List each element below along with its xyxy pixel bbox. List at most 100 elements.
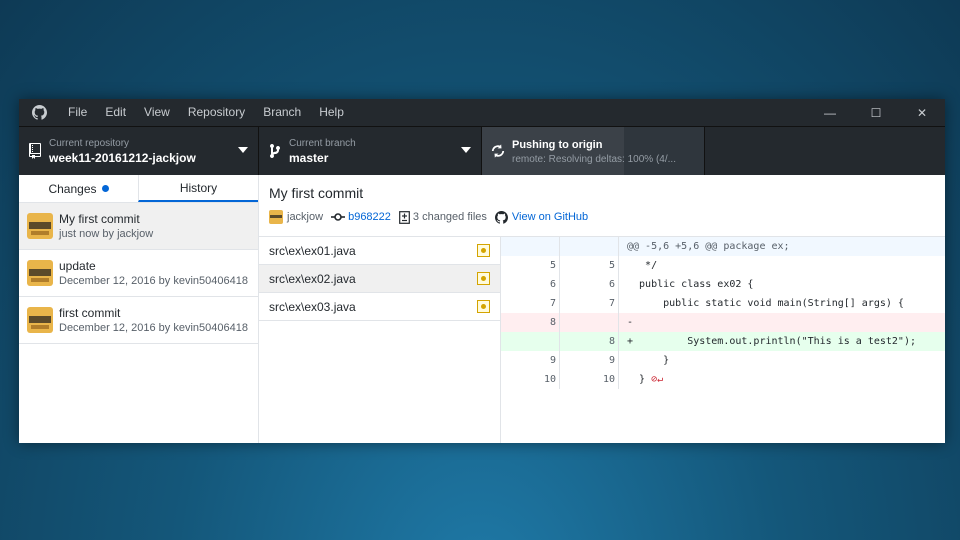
- diff-code: + System.out.println("This is a test2");: [627, 336, 916, 347]
- author-name: jackjow: [287, 211, 324, 223]
- commit-list-item[interactable]: first commit December 12, 2016 by kevin5…: [19, 297, 258, 344]
- chevron-down-icon: [238, 147, 248, 153]
- new-line-number: 5: [560, 256, 619, 275]
- menu-branch[interactable]: Branch: [254, 99, 310, 126]
- new-line-number: 10: [560, 370, 619, 389]
- commit-list-item[interactable]: My first commit just now by jackjow: [19, 203, 258, 250]
- commit-title: My first commit: [59, 212, 140, 226]
- sha-value: b968222: [348, 211, 391, 223]
- file-path: src\ex\ex03.java: [269, 299, 356, 314]
- diff-line: 10 10 } ⊘↵: [501, 370, 945, 389]
- menu-view[interactable]: View: [135, 99, 179, 126]
- maximize-icon[interactable]: ☐: [853, 99, 899, 126]
- diff-code: public static void main(String[] args) {: [627, 298, 904, 309]
- old-line-number: 10: [501, 370, 560, 389]
- branch-label: Current branch: [289, 137, 356, 149]
- commit-meta: December 12, 2016 by kevin50406418: [59, 275, 248, 287]
- commit-sha[interactable]: b968222: [331, 211, 391, 223]
- no-newline-icon: ⊘↵: [645, 374, 664, 385]
- diff-line-deleted: 8 -: [501, 313, 945, 332]
- diff-code: */: [627, 260, 658, 271]
- old-line-number: 8: [501, 313, 560, 332]
- commit-icon: [331, 213, 346, 221]
- new-line-number: 8: [560, 332, 619, 351]
- sidebar: Changes History My first commit just now…: [19, 175, 259, 443]
- repo-label: Current repository: [49, 137, 130, 149]
- github-logo-icon: [494, 210, 508, 224]
- commit-title: first commit: [59, 306, 121, 320]
- file-list-item[interactable]: src\ex\ex01.java: [259, 237, 500, 265]
- modified-icon: [477, 300, 490, 313]
- menu-edit[interactable]: Edit: [96, 99, 135, 126]
- new-line-number: [560, 313, 619, 332]
- tab-history-label: History: [179, 180, 218, 195]
- avatar: [27, 307, 53, 333]
- current-repository-button[interactable]: Current repository week11-20161212-jackj…: [19, 127, 259, 175]
- diff-viewer: @@ -5,6 +5,6 @@ package ex; 5 5 */ 6 6 p…: [501, 237, 945, 443]
- diff-line: 9 9 }: [501, 351, 945, 370]
- diff-code: }: [627, 355, 670, 366]
- branch-name: master: [289, 150, 329, 165]
- tab-changes[interactable]: Changes: [19, 175, 138, 202]
- commit-header: My first commit jackjow b968222 3 change…: [259, 175, 945, 237]
- old-line-number: 5: [501, 256, 560, 275]
- push-title: Pushing to origin: [512, 138, 603, 151]
- diff-line: 5 5 */: [501, 256, 945, 275]
- diff-line: 7 7 public static void main(String[] arg…: [501, 294, 945, 313]
- commit-meta: December 12, 2016 by kevin50406418: [59, 322, 248, 334]
- commit-author: jackjow: [269, 210, 323, 224]
- avatar: [27, 260, 53, 286]
- commit-list-item[interactable]: update December 12, 2016 by kevin5040641…: [19, 250, 258, 297]
- diff-file-icon: [399, 210, 410, 224]
- menu-help[interactable]: Help: [310, 99, 353, 126]
- file-list-item[interactable]: src\ex\ex03.java: [259, 293, 500, 321]
- push-status: remote: Resolving deltas: 100% (4/...: [512, 153, 676, 165]
- changes-indicator-icon: [101, 185, 109, 192]
- changed-files-list: src\ex\ex01.java src\ex\ex02.java src\ex…: [259, 237, 501, 443]
- file-list-item[interactable]: src\ex\ex02.java: [259, 265, 500, 293]
- author-avatar: [269, 210, 283, 224]
- diff-code: public class ex02 {: [627, 279, 754, 290]
- view-on-github-link[interactable]: View on GitHub: [494, 210, 589, 224]
- new-line-number: 7: [560, 294, 619, 313]
- old-line-number: 9: [501, 351, 560, 370]
- tab-changes-label: Changes: [48, 181, 97, 196]
- commit-title: update: [59, 259, 96, 273]
- tab-history[interactable]: History: [138, 175, 258, 202]
- changed-files-label: 3 changed files: [412, 211, 487, 223]
- title-bar: File Edit View Repository Branch Help — …: [19, 99, 945, 126]
- github-link-label: View on GitHub: [511, 211, 589, 223]
- chevron-down-icon: [461, 147, 471, 153]
- diff-line: 6 6 public class ex02 {: [501, 275, 945, 294]
- menu-file[interactable]: File: [59, 99, 96, 126]
- old-line-number: 7: [501, 294, 560, 313]
- old-line-number: 6: [501, 275, 560, 294]
- new-line-number: 9: [560, 351, 619, 370]
- repo-icon: [21, 143, 49, 159]
- new-line-number: 6: [560, 275, 619, 294]
- commit-detail-title: My first commit: [269, 185, 364, 201]
- modified-icon: [477, 244, 490, 257]
- close-icon[interactable]: ✕: [899, 99, 945, 126]
- menu-repository[interactable]: Repository: [179, 99, 254, 126]
- push-button[interactable]: Pushing to origin remote: Resolving delt…: [482, 127, 705, 175]
- minimize-icon[interactable]: —: [807, 99, 853, 126]
- avatar: [27, 213, 53, 239]
- github-desktop-window: File Edit View Repository Branch Help — …: [19, 99, 945, 443]
- branch-icon: [261, 143, 289, 159]
- diff-hunk-header: @@ -5,6 +5,6 @@ package ex;: [501, 237, 945, 256]
- hunk-text: @@ -5,6 +5,6 @@ package ex;: [627, 241, 790, 252]
- sync-icon: [484, 144, 512, 158]
- current-branch-button[interactable]: Current branch master: [259, 127, 482, 175]
- modified-icon: [477, 272, 490, 285]
- changed-files-count: 3 changed files: [399, 210, 487, 224]
- diff-line-added: 8 + System.out.println("This is a test2"…: [501, 332, 945, 351]
- diff-code: }: [627, 374, 646, 385]
- repo-name: week11-20161212-jackjow: [49, 150, 196, 165]
- commit-meta: just now by jackjow: [59, 228, 154, 240]
- commit-detail-pane: My first commit jackjow b968222 3 change…: [259, 175, 945, 443]
- github-logo-icon: [19, 105, 59, 120]
- toolbar: Current repository week11-20161212-jackj…: [19, 126, 945, 175]
- old-line-number: [501, 332, 560, 351]
- diff-code: -: [627, 317, 634, 328]
